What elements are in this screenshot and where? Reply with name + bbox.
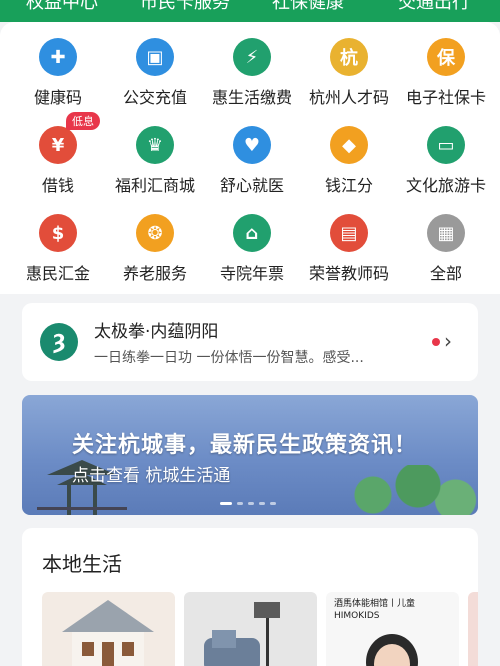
page-dot (259, 502, 265, 505)
taiji-logo-icon: Ȝ (40, 323, 78, 361)
service-all-grid[interactable]: ▦ 全部 (396, 198, 496, 284)
local-life-section: 本地生活 酒馬体能相馆丨儿童 HIMOKIDS (22, 528, 478, 666)
service-label: 荣誉教师码 (308, 264, 389, 283)
service-label: 全部 (429, 264, 462, 283)
all-grid-icon: ▦ (427, 214, 465, 252)
service-label: 惠民汇金 (25, 264, 90, 283)
talent-seal-icon: 杭 (330, 38, 368, 76)
medical-heart-icon: ♥ (233, 126, 271, 164)
furniture-tile[interactable] (184, 592, 317, 666)
service-teacher-card[interactable]: ▤ 荣誉教师码 (299, 198, 399, 284)
travel-card-icon: ▭ (427, 126, 465, 164)
money-bag-icon: $ (39, 214, 77, 252)
service-label: 文化旅游卡 (405, 176, 486, 195)
service-label: 电子社保卡 (405, 88, 486, 107)
top-tab-4[interactable]: 交通出行 (398, 0, 470, 14)
bolt-drop-icon: ⚡ (233, 38, 271, 76)
service-temple[interactable]: ⌂ 寺院年票 (202, 198, 302, 284)
top-tab-3[interactable]: 社保健康 (272, 0, 344, 14)
promo-banner[interactable]: 关注杭城事，最新民生政策资讯！ 点击查看 杭城生活通 (22, 395, 478, 515)
service-money-bag[interactable]: $ 惠民汇金 (8, 198, 108, 284)
service-label: 福利汇商城 (114, 176, 195, 195)
service-label: 钱江分 (324, 176, 373, 195)
service-label: 健康码 (33, 88, 82, 107)
lotus-decoration (328, 465, 478, 515)
heart-plus-icon: ✚ (39, 38, 77, 76)
service-talent-seal[interactable]: 杭杭州人才码 (299, 22, 399, 108)
kids-tile-text: 酒馬体能相馆丨儿童 HIMOKIDS (334, 599, 416, 621)
service-shopping-bag[interactable]: ♛ 福利汇商城 (105, 110, 205, 196)
bus-icon: ▣ (136, 38, 174, 76)
top-tab-bar: 权益中心 市民卡服务 社保健康 交通出行 (0, 0, 500, 22)
service-medical-heart[interactable]: ♥ 舒心就医 (202, 110, 302, 196)
next-tile-peek[interactable] (468, 592, 478, 666)
house-image (62, 600, 154, 666)
shopping-bag-icon: ♛ (136, 126, 174, 164)
service-label: 惠生活缴费 (211, 88, 292, 107)
borrow-money-icon: ¥ (39, 126, 77, 164)
service-label: 养老服务 (122, 264, 187, 283)
chevron-right-icon[interactable]: › (444, 329, 452, 353)
top-tab-1[interactable]: 权益中心 (26, 0, 98, 14)
notice-card[interactable]: Ȝ 太极拳·内蕴阴阳 一日练拳一日功 一份体悟一份智慧。感受... › (22, 303, 478, 381)
page-dot (220, 502, 232, 505)
service-elderly-care[interactable]: ❂ 养老服务 (105, 198, 205, 284)
house-tile[interactable] (42, 592, 175, 666)
banner-headline: 关注杭城事，最新民生政策资讯！ (72, 433, 418, 458)
elderly-care-icon: ❂ (136, 214, 174, 252)
notice-title: 太极拳·内蕴阴阳 (94, 322, 219, 342)
page-dot (248, 502, 254, 505)
service-label: 杭州人才码 (308, 88, 389, 107)
service-social-security-card[interactable]: 保电子社保卡 (396, 22, 496, 108)
service-bus[interactable]: ▣ 公交充值 (105, 22, 205, 108)
teacher-card-icon: ▤ (330, 214, 368, 252)
diamond-score-icon: ◆ (330, 126, 368, 164)
notice-subtitle: 一日练拳一日功 一份体悟一份智慧。感受... (94, 350, 364, 366)
banner-pagination (220, 502, 276, 505)
service-label: 借钱 (41, 176, 74, 195)
banner-subtitle: 点击查看 杭城生活通 (72, 466, 231, 486)
service-borrow-money[interactable]: ¥ 借钱 低息 (8, 110, 108, 196)
page-dot (237, 502, 243, 505)
sofa-image (204, 602, 280, 666)
page-dot (270, 502, 276, 505)
temple-icon: ⌂ (233, 214, 271, 252)
service-label: 舒心就医 (219, 176, 284, 195)
service-grid: ✚ 健康码 ▣ 公交充值 ⚡ 惠生活缴费杭杭州人才码保电子社保卡 ¥ 借钱 低息 ♛ 福利汇商城 ♥ 舒… (0, 22, 500, 294)
service-travel-card[interactable]: ▭ 文化旅游卡 (396, 110, 496, 196)
kids-tile[interactable]: 酒馬体能相馆丨儿童 HIMOKIDS (326, 592, 459, 666)
service-diamond-score[interactable]: ◆ 钱江分 (299, 110, 399, 196)
low-interest-badge: 低息 (66, 112, 100, 130)
service-bolt-drop[interactable]: ⚡ 惠生活缴费 (202, 22, 302, 108)
top-tab-2[interactable]: 市民卡服务 (140, 0, 230, 14)
unread-dot (432, 338, 440, 346)
service-heart-plus[interactable]: ✚ 健康码 (8, 22, 108, 108)
social-security-card-icon: 保 (427, 38, 465, 76)
section-title: 本地生活 (42, 552, 122, 576)
service-label: 公交充值 (122, 88, 187, 107)
service-label: 寺院年票 (219, 264, 284, 283)
